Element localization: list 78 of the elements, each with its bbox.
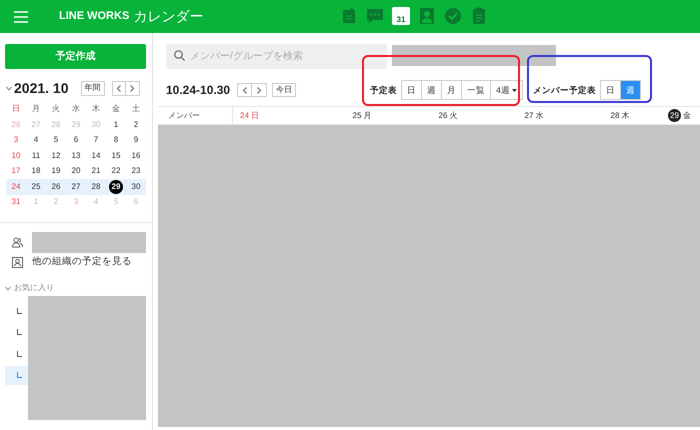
calendar-day[interactable]: 21 <box>89 164 103 178</box>
calendar-day[interactable]: 19 <box>49 164 63 178</box>
other-organization-link[interactable]: 他の組織の予定を見る <box>32 255 132 270</box>
day-header: 27 水 <box>524 110 544 122</box>
calendar-day[interactable]: 4 <box>29 133 43 148</box>
date-range: 10.24-10.30 <box>166 82 230 99</box>
clipboard-icon[interactable] <box>340 7 358 25</box>
day-header: 29 金 <box>663 109 700 122</box>
weekday-label: 土 <box>131 103 141 115</box>
search-field[interactable]: メンバー/グループを検索 <box>166 44 387 69</box>
month-title: 2021. 10 <box>14 78 68 98</box>
weekday-label: 月 <box>31 103 41 115</box>
year-view-button[interactable]: 年間 <box>80 80 104 96</box>
calendar-day[interactable]: 22 <box>109 164 123 178</box>
menu-icon[interactable] <box>14 10 28 22</box>
weekday-label: 水 <box>71 103 81 115</box>
calendar-day[interactable]: 11 <box>29 148 43 163</box>
favorites-title: お気に入り <box>14 282 54 294</box>
day-header: 26 火 <box>438 110 458 122</box>
today-button[interactable]: 今日 <box>272 83 296 97</box>
corner-icon <box>17 372 22 378</box>
calendar-day[interactable]: 31 <box>9 195 23 210</box>
chevron-left-icon <box>116 84 120 92</box>
calendar-day[interactable]: 12 <box>49 148 63 163</box>
calendar-day[interactable]: 23 <box>129 164 143 178</box>
weekday-label: 木 <box>91 103 101 115</box>
schedule-view-label: 予定表 <box>370 84 398 96</box>
calendar-day[interactable]: 5 <box>49 133 63 148</box>
corner-icon <box>17 329 22 336</box>
chevron-down-icon[interactable] <box>5 286 11 290</box>
calendar-day[interactable]: 13 <box>69 148 83 163</box>
calendar-day[interactable]: 29 <box>109 180 123 194</box>
calendar-day[interactable]: 18 <box>29 164 43 178</box>
corner-icon <box>17 350 22 357</box>
calendar-day[interactable]: 1 <box>109 118 123 132</box>
calendar-icon[interactable]: 31 <box>392 7 410 25</box>
chevron-down-icon[interactable] <box>6 86 12 90</box>
calendar-day[interactable]: 26 <box>49 180 63 194</box>
chevron-right-icon <box>130 84 134 92</box>
caret-icon <box>512 88 517 92</box>
calendar-day[interactable]: 15 <box>109 148 123 163</box>
favorite-item[interactable] <box>5 366 28 385</box>
calendar-day[interactable]: 24 <box>9 180 23 194</box>
day-header: 25 月 <box>352 110 372 122</box>
day-header: 28 木 <box>610 110 630 122</box>
chat-bubble-icon[interactable] <box>366 7 384 25</box>
weekday-label: 日 <box>11 103 21 115</box>
calendar-day[interactable]: 16 <box>129 148 143 163</box>
calendar-day[interactable]: 30 <box>129 180 143 194</box>
corner-icon <box>17 308 22 314</box>
chevron-left-icon <box>242 86 247 94</box>
calendar-day[interactable]: 7 <box>89 133 103 148</box>
search-icon <box>174 50 185 61</box>
day-header: 24 日 <box>239 110 260 122</box>
checklist-icon[interactable] <box>470 7 488 25</box>
column-header: メンバー <box>158 107 233 124</box>
calendar-day[interactable]: 28 <box>89 180 103 194</box>
calendar-day[interactable]: 10 <box>9 148 23 163</box>
app-title: カレンダー <box>133 7 204 26</box>
chevron-right-icon <box>257 86 262 94</box>
calendar-day[interactable]: 27 <box>69 180 83 194</box>
calendar-day[interactable]: 2 <box>129 118 143 132</box>
people-icon <box>12 237 23 248</box>
weekday-label: 火 <box>51 103 61 115</box>
member-schedule-label: メンバー予定表 <box>532 84 596 96</box>
contact-icon[interactable] <box>418 7 436 25</box>
calendar-day[interactable]: 8 <box>109 133 123 148</box>
brand-name: LINE WORKS <box>59 9 130 24</box>
calendar-day[interactable]: 6 <box>69 133 83 148</box>
contact-card-icon <box>12 257 23 268</box>
calendar-day[interactable]: 17 <box>9 164 23 178</box>
check-circle-icon[interactable] <box>444 7 462 25</box>
calendar-day[interactable]: 9 <box>129 133 143 148</box>
weekday-label: 金 <box>111 103 121 115</box>
calendar-day[interactable]: 14 <box>89 148 103 163</box>
calendar-day[interactable]: 20 <box>69 164 83 178</box>
calendar-day[interactable]: 3 <box>9 133 23 148</box>
calendar-day[interactable]: 25 <box>29 180 43 194</box>
